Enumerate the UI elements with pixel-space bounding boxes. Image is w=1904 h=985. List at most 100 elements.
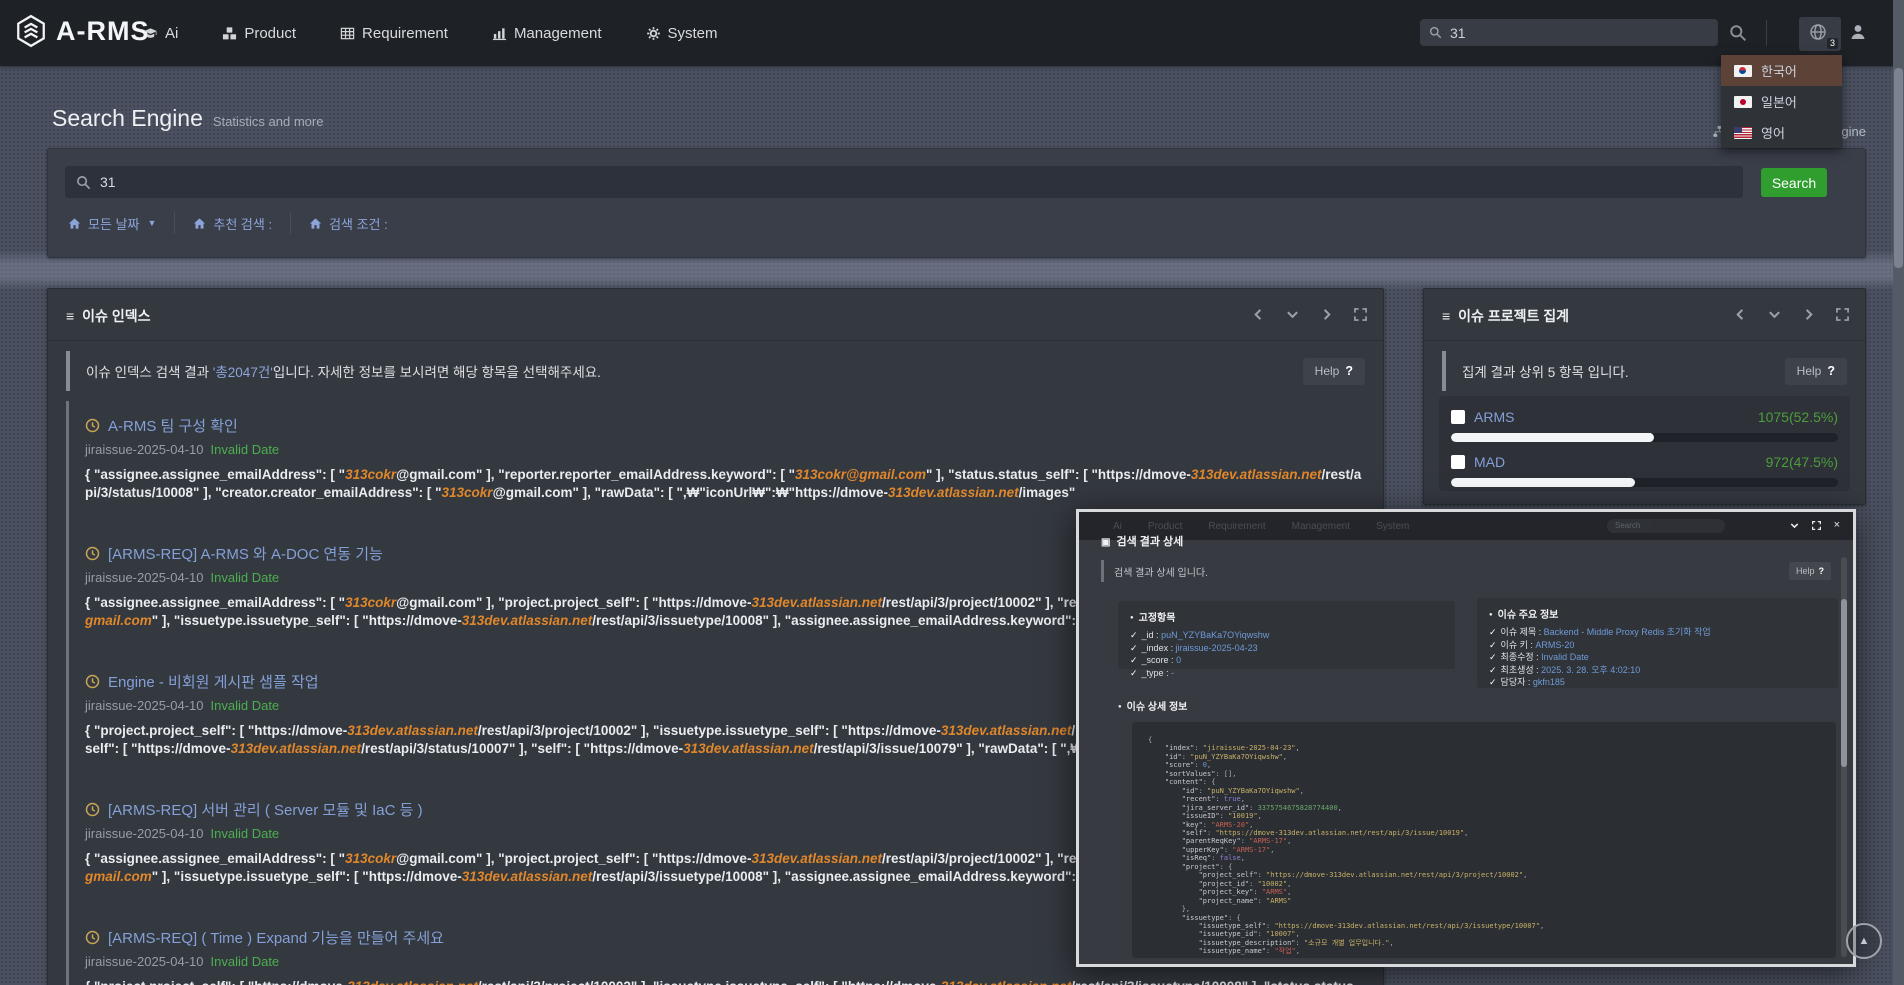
checkbox[interactable] <box>1451 410 1465 424</box>
chevron-right-icon[interactable] <box>1320 308 1333 321</box>
fixed-field-item: ✓_id : puN_YZYBaKa7OYiqwshw <box>1130 629 1443 642</box>
issue-detail-code[interactable]: { "index": "jiraissue-2025-04-23", "id":… <box>1132 722 1836 958</box>
page-scrollbar-thumb[interactable] <box>1894 68 1903 268</box>
language-option-label: 일본어 <box>1761 92 1797 111</box>
expand-icon[interactable] <box>1354 308 1367 321</box>
json-code-line: "sortValues": [], <box>1148 770 1820 778</box>
json-code-line: "id": "puN_YZYBaKa7OYiqwshw", <box>1148 753 1820 761</box>
issue-result-date-status: Invalid Date <box>211 442 280 457</box>
filter-label: 추천 검색 : <box>213 214 272 233</box>
field-label: 최초생성 : <box>1501 665 1542 675</box>
json-code-line: "issuetype_name": "작업", <box>1148 947 1820 955</box>
grid-icon <box>340 26 355 41</box>
filter-1[interactable]: 추천 검색 : <box>175 214 290 233</box>
navbar-search-input[interactable] <box>1450 25 1700 41</box>
issue-summary-item: ✓이슈 제목 : Backend - Middle Proxy Redis 초기… <box>1489 626 1826 639</box>
nav-item-product[interactable]: Product <box>222 25 296 42</box>
checkbox[interactable] <box>1451 455 1465 469</box>
fixed-field-item: ✓_index : jiraissue-2025-04-23 <box>1130 642 1443 655</box>
field-value: ARMS-20 <box>1535 640 1574 650</box>
flag-jp-icon <box>1734 96 1752 108</box>
close-icon[interactable]: × <box>1834 521 1840 530</box>
language-option-label: 한국어 <box>1761 61 1797 80</box>
panel-controls <box>1252 308 1367 321</box>
issue-summary-list: ✓이슈 제목 : Backend - Middle Proxy Redis 초기… <box>1489 626 1826 689</box>
project-stat-label[interactable]: ARMS <box>1474 409 1514 425</box>
modal-ghost-nav-item: Management <box>1292 521 1350 532</box>
scroll-top-button[interactable]: ▲ <box>1846 923 1882 959</box>
search-button[interactable]: Search <box>1761 168 1827 197</box>
chevron-left-icon[interactable] <box>1734 308 1747 321</box>
issue-result-date-status: Invalid Date <box>211 698 280 713</box>
result-count-link[interactable]: '총2047건' <box>213 365 273 380</box>
nav-item-label: Product <box>244 25 296 42</box>
filter-0[interactable]: 모든 날짜▼ <box>66 214 174 233</box>
chevron-right-icon[interactable] <box>1802 308 1815 321</box>
chevron-left-icon[interactable] <box>1252 308 1265 321</box>
help-button[interactable]: Help? <box>1303 358 1365 385</box>
nav-item-requirement[interactable]: Requirement <box>340 25 448 42</box>
check-icon: ✓ <box>1489 627 1497 637</box>
user-icon[interactable] <box>1849 23 1867 41</box>
brand-logo[interactable]: A-RMS <box>14 14 150 48</box>
issue-result-title-link[interactable]: [ARMS-REQ] 서버 관리 ( Server 모듈 및 IaC 등 ) <box>108 799 423 820</box>
issue-result-title-link[interactable]: [ARMS-REQ] ( Time ) Expand 기능을 만들어 주세요 <box>108 927 444 948</box>
modal-scrollbar[interactable] <box>1841 557 1847 957</box>
fixed-fields-title: 고정항목 <box>1130 609 1443 624</box>
project-stat-line: ARMS1075(52.5%) <box>1451 407 1838 427</box>
navbar-divider <box>1766 20 1767 46</box>
clock-icon <box>85 546 100 561</box>
issue-result-title-link[interactable]: A-RMS 팀 구성 확인 <box>108 415 238 436</box>
json-code: { "index": "jiraissue-2025-04-23", "id":… <box>1148 736 1820 956</box>
issue-result-meta: jiraissue-2025-04-10Invalid Date <box>85 442 1367 459</box>
search-detail-modal: AiProductRequirementManagementSystem Sea… <box>1076 509 1856 967</box>
project-stat-bar-fill <box>1451 478 1635 487</box>
project-aggregate-panel-title: 이슈 프로젝트 집계 <box>1442 306 1569 326</box>
globe-icon <box>1809 23 1827 41</box>
issue-result-title-link[interactable]: Engine - 비회원 게시판 샘플 작업 <box>108 671 319 692</box>
json-code-line: "score": 0, <box>1148 761 1820 769</box>
help-button[interactable]: Help? <box>1785 358 1847 385</box>
modal-scrollbar-thumb[interactable] <box>1841 599 1847 767</box>
project-stat-bar-track <box>1451 478 1838 487</box>
json-code-line: "self": "https://dmove-313dev.atlassian.… <box>1148 829 1820 837</box>
nav-item-ai[interactable]: Ai <box>143 25 178 42</box>
modal-ghost-navbar: AiProductRequirementManagementSystem <box>1079 512 1853 540</box>
issue-result-title-link[interactable]: [ARMS-REQ] A-RMS 와 A-DOC 연동 기능 <box>108 543 383 564</box>
main-search-input[interactable] <box>100 174 1700 190</box>
expand-icon[interactable] <box>1812 521 1821 530</box>
nav-item-system[interactable]: System <box>646 25 718 42</box>
language-option-kr[interactable]: 한국어 <box>1721 55 1842 86</box>
check-icon: ✓ <box>1130 630 1138 640</box>
main-search-box[interactable] <box>65 166 1743 198</box>
navbar-search-button[interactable] <box>1729 24 1747 42</box>
nav-item-label: Management <box>514 25 602 42</box>
issue-result-source: jiraissue-2025-04-10 <box>85 570 204 585</box>
home-icon <box>193 217 206 230</box>
home-icon <box>68 217 81 230</box>
filter-label: 검색 조건 : <box>329 214 388 233</box>
navbar-search[interactable] <box>1420 19 1718 46</box>
filter-2[interactable]: 검색 조건 : <box>291 214 406 233</box>
chevron-down-icon[interactable] <box>1286 308 1299 321</box>
json-code-line: "issueID": "10019", <box>1148 812 1820 820</box>
issue-summary-item: ✓이슈 키 : ARMS-20 <box>1489 639 1826 652</box>
language-button[interactable]: 3 <box>1799 17 1841 51</box>
collapse-icon[interactable] <box>1790 521 1799 530</box>
page-subtitle: Statistics and more <box>213 114 324 129</box>
chevron-down-icon[interactable] <box>1768 308 1781 321</box>
fixed-field-item: ✓_score : 0 <box>1130 654 1443 667</box>
field-value: puN_YZYBaKa7OYiqwshw <box>1161 630 1269 640</box>
expand-icon[interactable] <box>1836 308 1849 321</box>
field-label: 최종수정 : <box>1501 652 1542 662</box>
modal-ghost-nav-item: Ai <box>1113 521 1122 532</box>
project-stat-label[interactable]: MAD <box>1474 454 1505 470</box>
issue-result-source: jiraissue-2025-04-10 <box>85 954 204 969</box>
language-option-jp[interactable]: 일본어 <box>1721 86 1842 117</box>
language-option-us[interactable]: 영어 <box>1721 117 1842 148</box>
help-button[interactable]: Help? <box>1789 562 1831 580</box>
field-value: gkfn185 <box>1533 677 1565 687</box>
nav-item-management[interactable]: Management <box>492 25 602 42</box>
page-scrollbar[interactable] <box>1893 0 1904 985</box>
search-panel: Search 모든 날짜▼ 추천 검색 : 검색 조건 : <box>47 148 1866 258</box>
